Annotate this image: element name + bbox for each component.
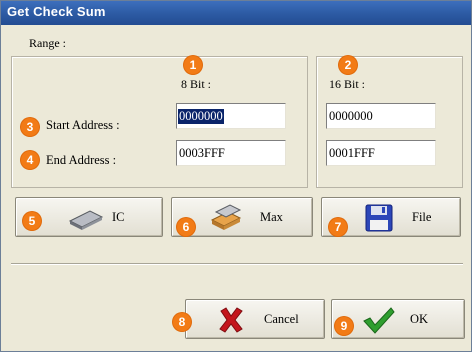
- separator: [11, 263, 463, 265]
- annotation-badge-7: 7: [329, 218, 347, 236]
- ic-button-label: IC: [112, 210, 125, 224]
- chip-stack-icon: [210, 204, 242, 230]
- col-label-16bit: 16 Bit :: [329, 77, 366, 91]
- green-check-icon: [363, 307, 395, 334]
- annotation-badge-9: 9: [335, 317, 353, 335]
- end-address-16bit-value: 0001FFF: [329, 146, 375, 160]
- end-address-8bit-value: 0003FFF: [179, 146, 225, 160]
- floppy-disk-icon: [365, 204, 393, 232]
- annotation-badge-2: 2: [339, 56, 357, 74]
- cancel-button-label: Cancel: [264, 312, 299, 326]
- file-button-label: File: [412, 210, 432, 224]
- annotation-badge-8: 8: [173, 313, 191, 331]
- ok-button[interactable]: OK: [331, 299, 465, 339]
- start-address-label: Start Address :: [46, 118, 120, 132]
- end-address-8bit-input[interactable]: 0003FFF: [176, 140, 286, 166]
- title-bar[interactable]: Get Check Sum: [1, 1, 471, 25]
- cancel-button[interactable]: Cancel: [185, 299, 325, 339]
- start-address-8bit-input[interactable]: 0000000: [176, 103, 286, 129]
- annotation-badge-3: 3: [21, 118, 39, 136]
- start-address-16bit-input[interactable]: 0000000: [326, 103, 436, 129]
- chip-icon: [68, 210, 104, 230]
- start-address-16bit-value: 0000000: [329, 109, 373, 123]
- start-address-8bit-value: 0000000: [178, 109, 224, 124]
- annotation-badge-4: 4: [21, 151, 39, 169]
- col-label-8bit: 8 Bit :: [181, 77, 212, 91]
- annotation-badge-5: 5: [23, 212, 41, 230]
- red-x-icon: [219, 307, 243, 333]
- annotation-badge-6: 6: [177, 218, 195, 236]
- range-label: Range :: [29, 36, 66, 50]
- get-check-sum-dialog: Get Check Sum Range : 8 Bit : 16 Bit : S…: [0, 0, 472, 352]
- annotation-badge-1: 1: [184, 56, 202, 74]
- window-title: Get Check Sum: [7, 4, 106, 19]
- end-address-label: End Address :: [46, 153, 117, 167]
- ok-button-label: OK: [410, 312, 429, 326]
- end-address-16bit-input[interactable]: 0001FFF: [326, 140, 436, 166]
- max-button-label: Max: [260, 210, 283, 224]
